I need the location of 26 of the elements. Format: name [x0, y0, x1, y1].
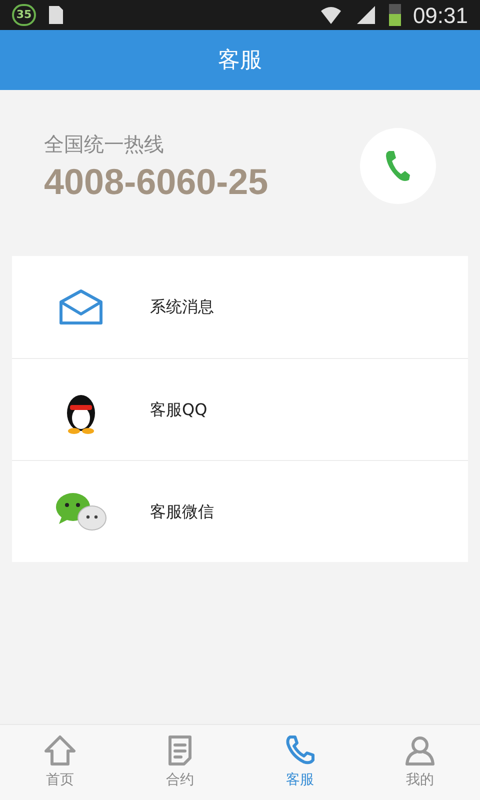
contact-label: 系统消息 [150, 296, 214, 318]
hotline-number: 4008-6060-25 [44, 160, 270, 204]
contact-label: 客服QQ [150, 398, 208, 420]
battery-saver-badge: 35 [12, 4, 36, 26]
nav-tab[interactable]: 合约 [120, 725, 240, 800]
page-title: 客服 [218, 46, 262, 74]
battery-icon [388, 4, 401, 26]
document-icon [166, 734, 194, 766]
contact-label: 客服微信 [150, 500, 214, 522]
hotline-label: 全国统一热线 [44, 130, 165, 158]
phone-icon [383, 149, 413, 183]
phone-icon [284, 734, 316, 766]
nav-tab[interactable]: 我的 [360, 725, 480, 800]
contact-item[interactable]: 客服QQ [12, 358, 468, 460]
signal-icon [354, 5, 377, 25]
sim-card-icon [48, 5, 66, 25]
contact-item[interactable]: 系统消息 [12, 256, 468, 358]
home-icon [43, 734, 77, 766]
wifi-icon [318, 5, 343, 25]
envelope-icon [58, 288, 104, 326]
clock: 09:31 [412, 2, 468, 30]
chat-bubbles-icon [54, 490, 108, 532]
nav-tab[interactable]: 客服 [240, 725, 360, 800]
contact-item[interactable]: 客服微信 [12, 460, 468, 562]
nav-tab[interactable]: 首页 [0, 725, 120, 800]
person-icon [404, 734, 436, 766]
